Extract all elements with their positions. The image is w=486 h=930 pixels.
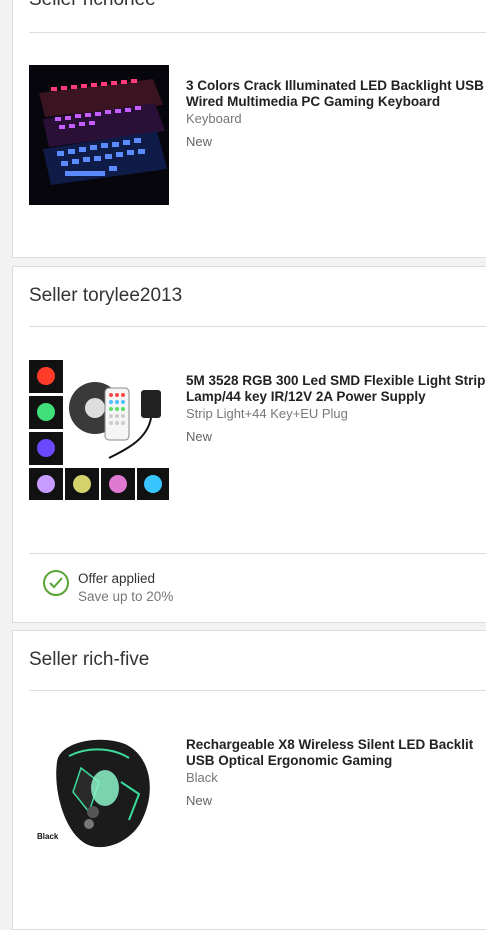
gaming-mouse-image[interactable]: Black bbox=[29, 722, 169, 862]
item-condition: New bbox=[186, 429, 213, 444]
image-caption: Black bbox=[37, 832, 59, 841]
divider bbox=[29, 690, 486, 691]
seller-card: Seller rich-five Black Rechargeable X8 W… bbox=[12, 630, 486, 930]
divider bbox=[29, 326, 486, 327]
item-title[interactable]: 3 Colors Crack Illuminated LED Backlight… bbox=[186, 78, 486, 110]
seller-card: Seller torylee2013 5M 3528 RGB 300 Led S… bbox=[12, 266, 486, 623]
item-info: 3 Colors Crack Illuminated LED Backlight… bbox=[186, 78, 486, 149]
item-info: 5M 3528 RGB 300 Led SMD Flexible Light S… bbox=[186, 373, 486, 444]
offer-label: Offer applied bbox=[78, 571, 156, 586]
offer-detail: Save up to 20% bbox=[78, 589, 174, 604]
item-condition: New bbox=[186, 793, 213, 808]
item-variant: Keyboard bbox=[186, 111, 242, 126]
seller-name[interactable]: Seller torylee2013 bbox=[29, 285, 182, 307]
item-title[interactable]: 5M 3528 RGB 300 Led SMD Flexible Light S… bbox=[186, 373, 486, 405]
item-variant: Strip Light+44 Key+EU Plug bbox=[186, 406, 348, 421]
item-condition: New bbox=[186, 134, 213, 149]
item-info: Rechargeable X8 Wireless Silent LED Back… bbox=[186, 737, 486, 808]
seller-name[interactable]: Seller rich-five bbox=[29, 649, 149, 671]
item-variant: Black bbox=[186, 770, 218, 785]
led-strip-image[interactable] bbox=[29, 360, 169, 500]
offer-text: Offer applied Save up to 20% bbox=[78, 570, 173, 606]
item-title[interactable]: Rechargeable X8 Wireless Silent LED Back… bbox=[186, 737, 486, 769]
divider bbox=[29, 553, 486, 554]
seller-name[interactable]: Seller richonee bbox=[29, 0, 156, 11]
seller-card: Seller richonee bbox=[12, 0, 486, 258]
checkmark-icon bbox=[43, 570, 69, 596]
keyboard-image[interactable] bbox=[29, 65, 169, 205]
divider bbox=[29, 32, 486, 33]
